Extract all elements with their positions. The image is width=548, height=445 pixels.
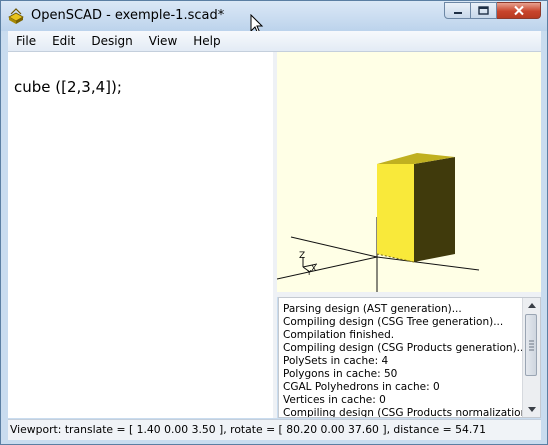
viewport-status-text: Viewport: translate = [ 1.40 0.00 3.50 ]…: [10, 423, 487, 436]
minimize-button[interactable]: [444, 2, 471, 19]
maximize-icon: [478, 6, 489, 15]
menu-edit[interactable]: Edit: [44, 34, 83, 48]
console-line: CGAL Polyhedrons in cache: 0: [283, 381, 440, 393]
menu-design[interactable]: Design: [83, 34, 140, 48]
console-line: Compiling design (CSG Products normaliza…: [283, 407, 541, 418]
chevron-up-icon: [527, 303, 536, 308]
title-bar[interactable]: OpenSCAD - exemple-1.scad*: [1, 1, 547, 31]
window-controls: [444, 2, 541, 21]
console-line: Polygons in cache: 50: [283, 368, 398, 380]
minimize-icon: [453, 11, 462, 14]
code-editor[interactable]: cube ([2,3,4]);: [8, 52, 274, 418]
openscad-logo-icon: [8, 8, 24, 24]
menu-bar: File Edit Design View Help: [8, 31, 541, 52]
scroll-down-button[interactable]: [525, 403, 538, 416]
status-bar: Viewport: translate = [ 1.40 0.00 3.50 ]…: [8, 419, 541, 440]
3d-viewport[interactable]: Z X Y: [277, 52, 541, 292]
axis-left: [277, 256, 378, 280]
menu-view[interactable]: View: [141, 34, 185, 48]
close-button[interactable]: [497, 2, 541, 19]
close-icon: [513, 5, 524, 16]
menu-file[interactable]: File: [8, 34, 44, 48]
scrollbar-thumb[interactable]: [525, 314, 537, 376]
menu-help[interactable]: Help: [185, 34, 228, 48]
gizmo-x-label: X: [311, 264, 317, 273]
code-line[interactable]: cube ([2,3,4]);: [14, 78, 122, 96]
gizmo-y-label: Y: [306, 269, 312, 277]
console-line: Vertices in cache: 0: [283, 394, 386, 406]
console-lines: Parsing design (AST generation)... Compi…: [283, 303, 541, 418]
console-line: Compiling design (CSG Tree generation)..…: [283, 316, 504, 328]
grip-icon: [529, 340, 534, 351]
console-output[interactable]: Parsing design (AST generation)... Compi…: [278, 297, 541, 418]
gizmo-z-label: Z: [299, 251, 305, 261]
cube-side-face: [414, 157, 455, 262]
console-line: PolySets in cache: 4: [283, 355, 389, 367]
scroll-up-button[interactable]: [525, 299, 538, 312]
window-title: OpenSCAD - exemple-1.scad*: [31, 8, 225, 23]
console-line: Parsing design (AST generation)...: [283, 303, 462, 315]
chevron-down-icon: [527, 407, 536, 412]
openscad-window: OpenSCAD - exemple-1.scad* File Edit Des…: [0, 0, 548, 445]
console-line: Compilation finished.: [283, 329, 395, 341]
cube-front-face: [377, 164, 414, 262]
console-scrollbar[interactable]: [522, 298, 540, 417]
viewport-scene[interactable]: Z X Y: [277, 52, 541, 292]
maximize-button[interactable]: [471, 2, 497, 19]
console-line: Compiling design (CSG Products generatio…: [283, 342, 527, 354]
